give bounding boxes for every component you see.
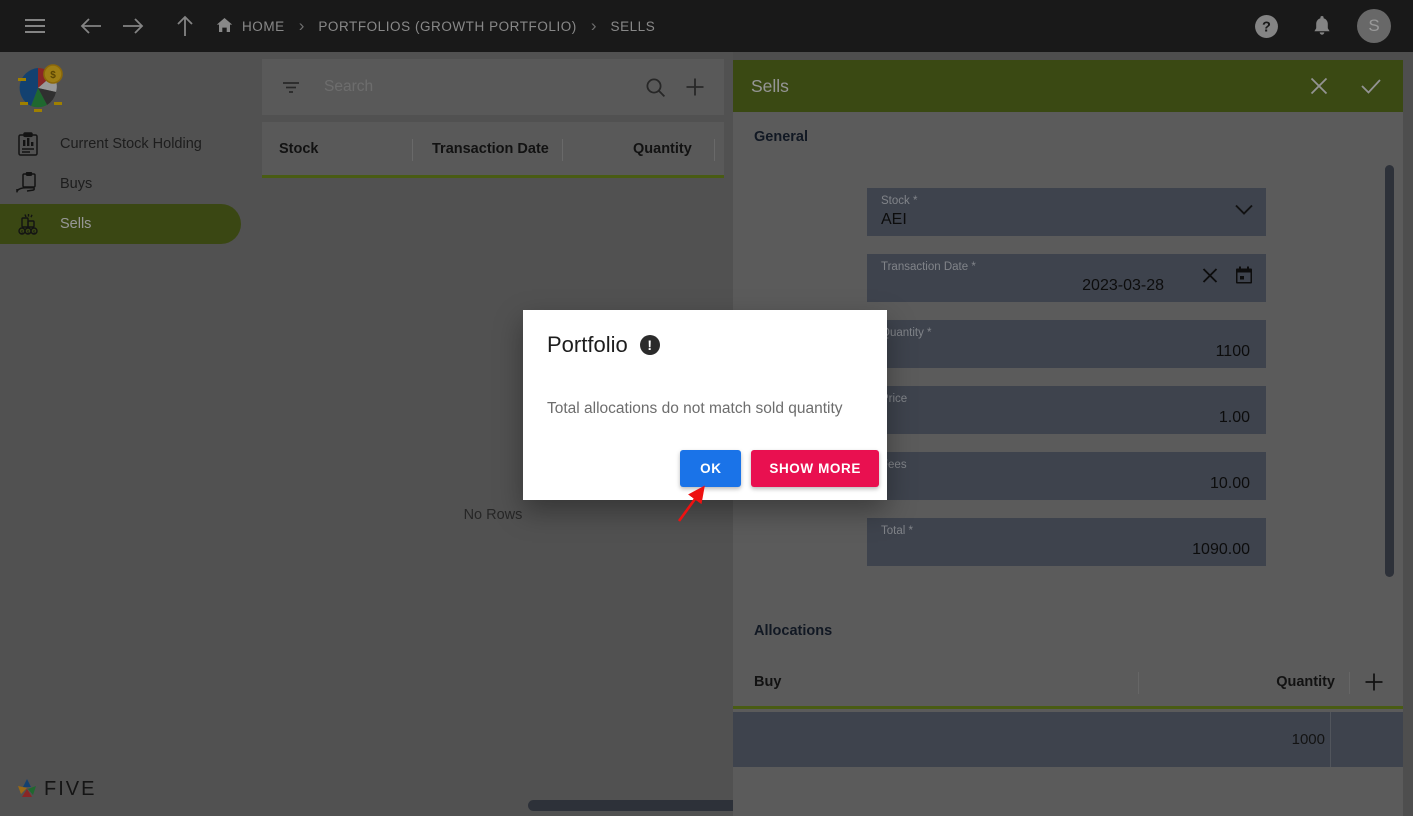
portfolio-alert-dialog: Portfolio ! Total allocations do not mat… (523, 310, 887, 500)
dialog-message: Total allocations do not match sold quan… (547, 400, 843, 417)
show-more-button[interactable]: SHOW MORE (751, 450, 879, 487)
dialog-title: Portfolio (547, 332, 628, 357)
error-exclamation-icon: ! (639, 335, 660, 355)
app-root: HOME › PORTFOLIOS (GROWTH PORTFOLIO) › S… (0, 0, 1413, 816)
ok-button[interactable]: OK (680, 450, 742, 487)
dialog-actions: OK SHOW MORE (680, 450, 879, 487)
dialog-title-row: Portfolio ! (547, 332, 863, 358)
